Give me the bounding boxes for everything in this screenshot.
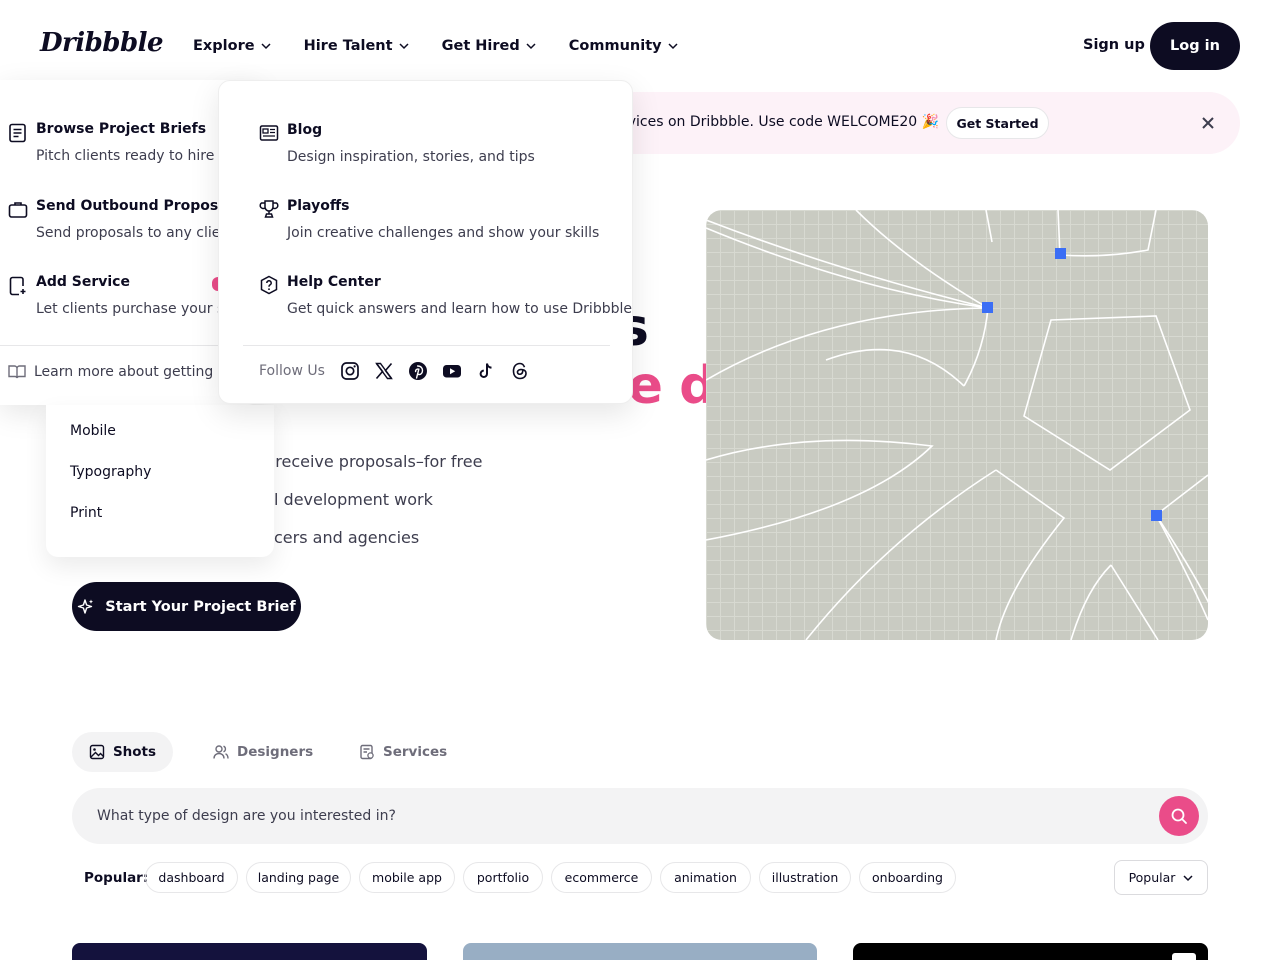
sign-up-link[interactable]: Sign up bbox=[1083, 37, 1145, 53]
hero-line-3: cers and agencies bbox=[274, 528, 420, 547]
learn-more-link[interactable]: Learn more about getting hired bbox=[8, 364, 253, 380]
tab-designers[interactable]: Designers bbox=[213, 732, 313, 772]
hero-vector-artwork bbox=[706, 210, 1208, 640]
tag-chip[interactable]: mobile app bbox=[359, 862, 455, 893]
threads-icon[interactable] bbox=[510, 361, 530, 381]
nav-explore[interactable]: Explore bbox=[193, 36, 271, 56]
tiktok-icon[interactable] bbox=[476, 361, 496, 381]
instagram-icon[interactable] bbox=[340, 361, 360, 381]
briefcase-icon bbox=[8, 202, 28, 218]
youtube-icon[interactable] bbox=[442, 361, 462, 381]
selection-handle bbox=[1055, 248, 1066, 259]
menu-item-title: Help Center bbox=[287, 274, 381, 290]
users-icon bbox=[213, 745, 229, 759]
nav-explore-label: Explore bbox=[193, 38, 255, 54]
category-print[interactable]: Print bbox=[70, 505, 102, 521]
site-header: Dribbble Explore Hire Talent Get Hired C… bbox=[0, 0, 1280, 92]
menu-item-desc: Design inspiration, stories, and tips bbox=[287, 149, 535, 165]
image-icon bbox=[89, 744, 105, 760]
hero-line-2: l development work bbox=[274, 490, 433, 509]
close-icon[interactable] bbox=[1200, 115, 1216, 131]
search-input[interactable] bbox=[97, 804, 1137, 828]
get-started-button[interactable]: Get Started bbox=[946, 107, 1049, 139]
chevron-down-icon bbox=[668, 43, 678, 50]
search-button[interactable] bbox=[1159, 796, 1199, 836]
pinterest-icon[interactable] bbox=[408, 361, 428, 381]
log-in-button[interactable]: Log in bbox=[1150, 22, 1240, 70]
chevron-down-icon bbox=[1183, 874, 1193, 881]
category-mobile[interactable]: Mobile bbox=[70, 423, 116, 439]
shot-thumbnail[interactable] bbox=[72, 943, 427, 960]
start-project-brief-label: Start Your Project Brief bbox=[105, 598, 296, 615]
selection-handle bbox=[982, 302, 993, 313]
nav-hire-talent-label: Hire Talent bbox=[303, 38, 393, 54]
chevron-down-icon bbox=[399, 43, 409, 50]
tab-designers-label: Designers bbox=[237, 744, 314, 760]
shot-thumbnail[interactable] bbox=[463, 943, 817, 960]
menu-item-desc: Join creative challenges and show your s… bbox=[287, 225, 600, 241]
book-icon bbox=[8, 365, 26, 379]
explore-category-menu: Mobile Typography Print bbox=[46, 405, 274, 557]
menu-item-title: Send Outbound Proposal bbox=[36, 198, 233, 214]
dribbble-logo[interactable]: Dribbble bbox=[40, 28, 164, 58]
hero-line-1: d receive proposals–for free bbox=[260, 452, 483, 471]
promo-text: rvices on Dribbble. Use code WELCOME20 🎉 bbox=[622, 114, 940, 130]
tag-chip[interactable]: ecommerce bbox=[551, 862, 652, 893]
services-icon bbox=[360, 744, 374, 760]
tab-services-label: Services bbox=[383, 744, 448, 760]
main-nav: Explore Hire Talent Get Hired Community bbox=[193, 36, 678, 56]
menu-item-desc: Get quick answers and learn how to use D… bbox=[287, 301, 632, 317]
tag-chip[interactable]: illustration bbox=[759, 862, 851, 893]
nav-hire-talent[interactable]: Hire Talent bbox=[304, 36, 409, 56]
sort-dropdown[interactable]: Popular bbox=[1114, 860, 1208, 895]
popular-label: Popular: bbox=[84, 870, 149, 886]
follow-us-label: Follow Us bbox=[259, 363, 325, 379]
nav-get-hired[interactable]: Get Hired bbox=[442, 36, 536, 56]
tag-chip[interactable]: dashboard bbox=[145, 862, 238, 893]
sort-label: Popular bbox=[1128, 870, 1176, 885]
menu-item-title: Playoffs bbox=[287, 198, 350, 214]
community-menu: Blog Design inspiration, stories, and ti… bbox=[218, 80, 633, 404]
menu-item-title: Add Service bbox=[36, 274, 130, 290]
menu-item-desc: Send proposals to any client bbox=[36, 225, 235, 241]
newspaper-icon bbox=[259, 125, 279, 141]
tag-chip[interactable]: onboarding bbox=[859, 862, 956, 893]
trophy-icon bbox=[259, 200, 279, 218]
chevron-down-icon bbox=[261, 43, 271, 50]
menu-item-title: Blog bbox=[287, 122, 323, 138]
tag-chip[interactable]: portfolio bbox=[463, 862, 543, 893]
shot-thumbnail[interactable] bbox=[853, 943, 1208, 960]
sparkle-icon bbox=[78, 598, 94, 614]
tag-chip[interactable]: animation bbox=[660, 862, 751, 893]
nav-get-hired-label: Get Hired bbox=[441, 38, 520, 54]
promo-banner: rvices on Dribbble. Use code WELCOME20 🎉… bbox=[560, 92, 1240, 154]
x-icon[interactable] bbox=[374, 361, 394, 381]
tag-chip[interactable]: landing page bbox=[246, 862, 351, 893]
shot-badge bbox=[1172, 953, 1196, 960]
search-icon bbox=[1171, 808, 1187, 824]
tab-shots-label: Shots bbox=[112, 744, 157, 760]
search-bar bbox=[72, 788, 1208, 844]
menu-divider bbox=[243, 345, 610, 346]
selection-handle bbox=[1151, 510, 1162, 521]
nav-community[interactable]: Community bbox=[569, 36, 678, 56]
add-document-icon bbox=[9, 276, 26, 296]
hero-illustration bbox=[706, 210, 1208, 640]
menu-item-title: Browse Project Briefs bbox=[36, 121, 207, 137]
chevron-down-icon bbox=[526, 43, 536, 50]
tab-services[interactable]: Services bbox=[359, 732, 447, 772]
menu-item-desc: Pitch clients ready to hire now bbox=[36, 148, 248, 164]
category-typography[interactable]: Typography bbox=[70, 464, 151, 480]
start-project-brief-button[interactable]: Start Your Project Brief bbox=[72, 582, 301, 631]
tab-shots[interactable]: Shots bbox=[72, 732, 173, 772]
document-icon bbox=[9, 123, 26, 143]
nav-community-label: Community bbox=[568, 38, 662, 54]
help-hexagon-icon bbox=[260, 275, 278, 295]
